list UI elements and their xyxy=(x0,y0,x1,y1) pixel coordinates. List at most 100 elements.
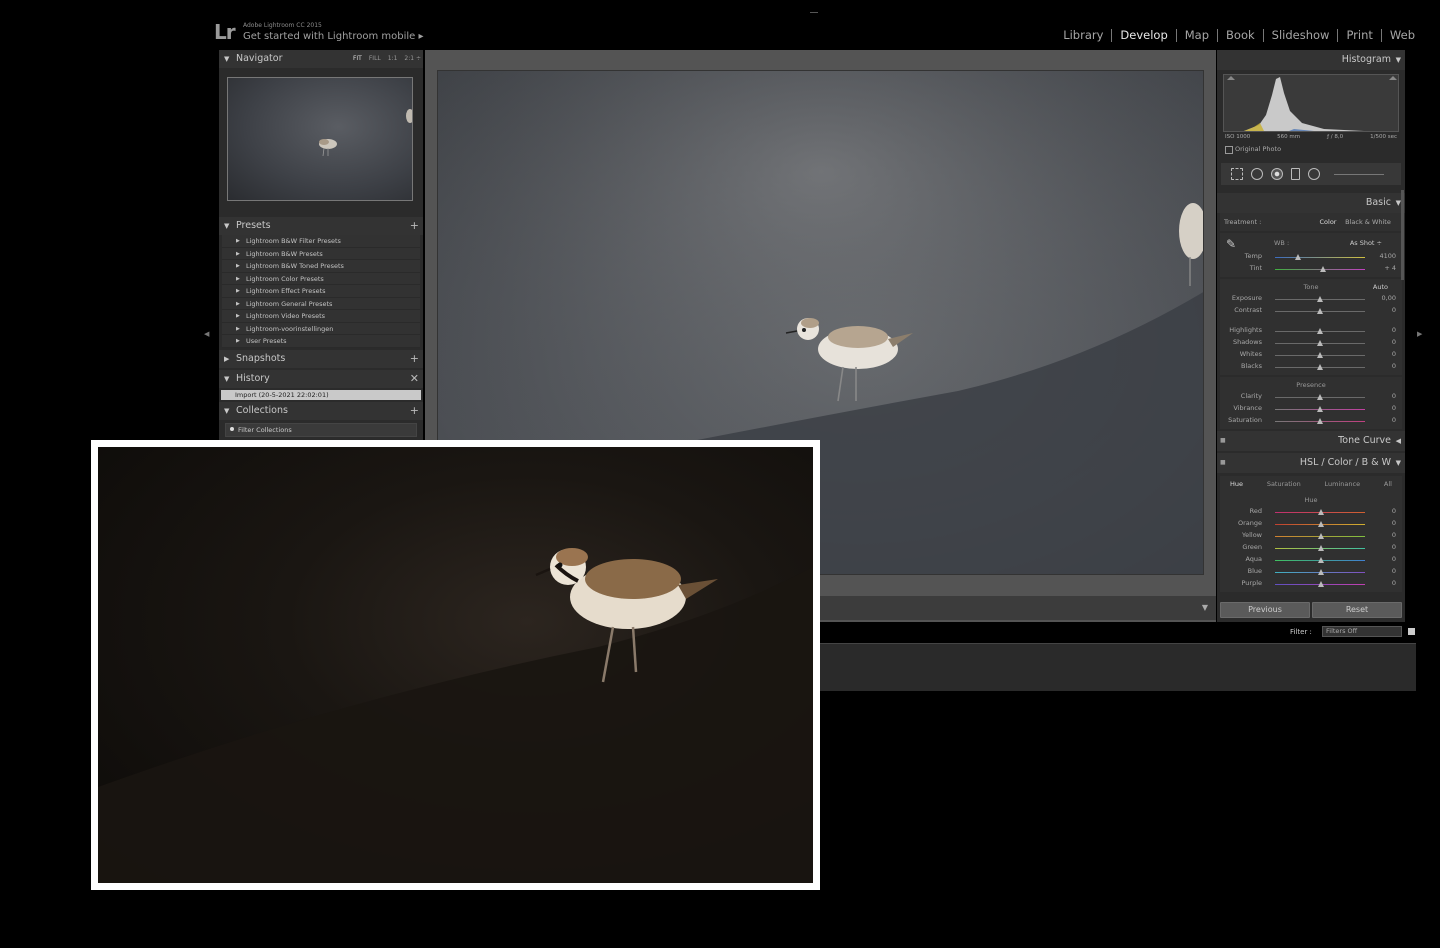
navigator-preview[interactable] xyxy=(227,77,413,201)
module-slideshow[interactable]: Slideshow xyxy=(1264,29,1339,42)
hue-orange-slider[interactable]: Orange 0 xyxy=(1220,518,1402,530)
collapse-triangle-icon: ▼ xyxy=(1395,56,1401,64)
add-preset-icon[interactable]: + xyxy=(410,217,419,235)
preset-folder[interactable]: ▶ Lightroom B&W Toned Presets xyxy=(222,260,420,273)
module-library[interactable]: Library xyxy=(1055,29,1113,42)
preset-folder[interactable]: ▶ Lightroom B&W Filter Presets xyxy=(222,235,420,248)
original-photo-checkbox[interactable]: Original Photo xyxy=(1225,145,1405,154)
presets-header[interactable]: ▼ Presets + xyxy=(219,217,423,235)
histogram-graph[interactable] xyxy=(1223,74,1399,132)
tab-hue[interactable]: Hue xyxy=(1230,476,1243,492)
expand-triangle-icon: ▶ xyxy=(236,313,240,319)
highlights-slider[interactable]: Highlights 0 xyxy=(1220,325,1402,337)
preset-folder[interactable]: ▶ Lightroom Color Presets xyxy=(222,273,420,285)
zoom-fit[interactable]: FIT xyxy=(353,50,362,68)
preset-folder[interactable]: ▶ Lightroom-voorinstellingen xyxy=(222,323,420,335)
history-title: History xyxy=(236,372,270,384)
hsl-hue-section: Hue Red 0 Orange 0 Yellow 0 Green 0 Aqua 0 Bl… xyxy=(1220,492,1402,592)
whites-slider[interactable]: Whites 0 xyxy=(1220,349,1402,361)
tab-saturation[interactable]: Saturation xyxy=(1267,476,1301,492)
filter-lock-icon[interactable] xyxy=(1408,628,1415,635)
graduated-filter-icon[interactable] xyxy=(1291,168,1300,180)
expand-triangle-icon: ▶ xyxy=(236,238,240,244)
panel-switch-icon[interactable]: ■ xyxy=(1220,453,1226,473)
shutter-speed: 1/500 sec xyxy=(1370,134,1397,140)
right-panel-toggle-icon[interactable]: ▶ xyxy=(1417,330,1422,338)
hue-purple-slider[interactable]: Purple 0 xyxy=(1220,578,1402,590)
saturation-slider[interactable]: Saturation 0 xyxy=(1220,415,1402,427)
basic-header[interactable]: Basic ▼ xyxy=(1217,193,1405,213)
preset-folder[interactable]: ▶ Lightroom Effect Presets xyxy=(222,285,420,298)
expand-triangle-icon: ▶ xyxy=(236,300,240,307)
filter-dropdown[interactable]: Filters Off xyxy=(1322,626,1402,637)
expand-triangle-icon: ▶ xyxy=(236,338,240,344)
module-print[interactable]: Print xyxy=(1338,29,1382,42)
tab-luminance[interactable]: Luminance xyxy=(1325,476,1361,492)
red-eye-icon[interactable] xyxy=(1271,168,1283,180)
add-collection-icon[interactable]: + xyxy=(410,402,419,420)
hue-yellow-slider[interactable]: Yellow 0 xyxy=(1220,530,1402,542)
reset-button[interactable]: Reset xyxy=(1312,602,1402,618)
collapse-triangle-icon: ▼ xyxy=(224,55,230,63)
contrast-slider[interactable]: Contrast 0 xyxy=(1220,305,1402,317)
toolbar-options-icon[interactable]: ▼ xyxy=(1202,603,1208,612)
blacks-slider[interactable]: Blacks 0 xyxy=(1220,361,1402,373)
preset-folder[interactable]: ▶ Lightroom B&W Presets xyxy=(222,248,420,260)
panel-switch-icon[interactable]: ■ xyxy=(1220,431,1226,451)
hue-sub-label: Hue xyxy=(1304,496,1318,504)
zoom-2-1[interactable]: 2:1 ÷ xyxy=(404,50,421,68)
navigator-header[interactable]: ▼ Navigator FIT FILL 1:1 2:1 ÷ xyxy=(219,50,423,68)
tint-slider[interactable]: Tint + 4 xyxy=(1220,263,1402,275)
hue-blue-slider[interactable]: Blue 0 xyxy=(1220,566,1402,578)
crop-tool-icon[interactable] xyxy=(1231,168,1243,180)
treatment-section: Treatment : Color Black & White xyxy=(1220,213,1402,231)
add-snapshot-icon[interactable]: + xyxy=(410,350,419,368)
vibrance-slider[interactable]: Vibrance 0 xyxy=(1220,403,1402,415)
adjustment-brush-slider[interactable] xyxy=(1334,173,1384,175)
module-develop[interactable]: Develop xyxy=(1112,29,1177,42)
left-panel-toggle-icon[interactable]: ◀ xyxy=(204,330,209,338)
auto-tone-button[interactable]: Auto xyxy=(1373,281,1388,293)
history-header[interactable]: ▼ History ✕ xyxy=(219,369,423,388)
shadows-slider[interactable]: Shadows 0 xyxy=(1220,337,1402,349)
radial-filter-icon[interactable] xyxy=(1308,168,1320,180)
expand-triangle-icon: ▶ xyxy=(224,354,230,363)
module-map[interactable]: Map xyxy=(1177,29,1219,42)
hsl-header[interactable]: ■ HSL / Color / B & W ▼ xyxy=(1217,453,1405,473)
collections-header[interactable]: ▼ Collections + xyxy=(219,401,423,420)
wb-dropdown[interactable]: As Shot ÷ xyxy=(1350,239,1382,247)
temp-slider[interactable]: Temp 4100 xyxy=(1220,251,1402,263)
preset-folder[interactable]: ▶ Lightroom General Presets xyxy=(222,298,420,310)
tone-curve-header[interactable]: ■ Tone Curve ◀ xyxy=(1217,431,1405,451)
snapshots-title: Snapshots xyxy=(236,352,286,364)
iso-value: ISO 1000 xyxy=(1225,134,1251,140)
snapshots-header[interactable]: ▶ Snapshots + xyxy=(219,349,423,368)
spot-removal-icon[interactable] xyxy=(1251,168,1263,180)
clear-history-icon[interactable]: ✕ xyxy=(410,370,419,388)
panel-scrollbar[interactable] xyxy=(1401,190,1404,280)
preset-folder[interactable]: ▶ Lightroom Video Presets xyxy=(222,310,420,323)
expand-triangle-icon: ◀ xyxy=(1395,437,1401,445)
clarity-slider[interactable]: Clarity 0 xyxy=(1220,391,1402,403)
hue-green-slider[interactable]: Green 0 xyxy=(1220,542,1402,554)
treatment-color[interactable]: Color xyxy=(1314,215,1342,229)
previous-button[interactable]: Previous xyxy=(1220,602,1310,618)
zoom-1-1[interactable]: 1:1 xyxy=(388,50,398,68)
exposure-slider[interactable]: Exposure 0,00 xyxy=(1220,293,1402,305)
expand-triangle-icon: ▶ xyxy=(236,288,240,294)
collections-title: Collections xyxy=(236,404,288,416)
history-step[interactable]: Import (20-5-2021 22:02:01) xyxy=(221,389,421,400)
hue-aqua-slider[interactable]: Aqua 0 xyxy=(1220,554,1402,566)
zoom-fill[interactable]: FILL xyxy=(369,50,381,68)
treatment-bw[interactable]: Black & White xyxy=(1342,215,1394,229)
tab-all[interactable]: All xyxy=(1384,476,1392,492)
presence-section: Presence Clarity 0 Vibrance 0 Saturation 0 xyxy=(1220,377,1402,429)
module-book[interactable]: Book xyxy=(1218,29,1264,42)
histogram-header[interactable]: Histogram ▼ xyxy=(1217,50,1405,70)
preset-folder[interactable]: ▶ User Presets xyxy=(222,335,420,348)
filter-collections-input[interactable]: Filter Collections xyxy=(225,422,417,437)
hsl-title: HSL / Color / B & W xyxy=(1299,457,1391,468)
module-web[interactable]: Web xyxy=(1382,29,1416,42)
hue-red-slider[interactable]: Red 0 xyxy=(1220,506,1402,518)
mobile-link[interactable]: Get started with Lightroom mobile ▸ xyxy=(243,31,423,42)
